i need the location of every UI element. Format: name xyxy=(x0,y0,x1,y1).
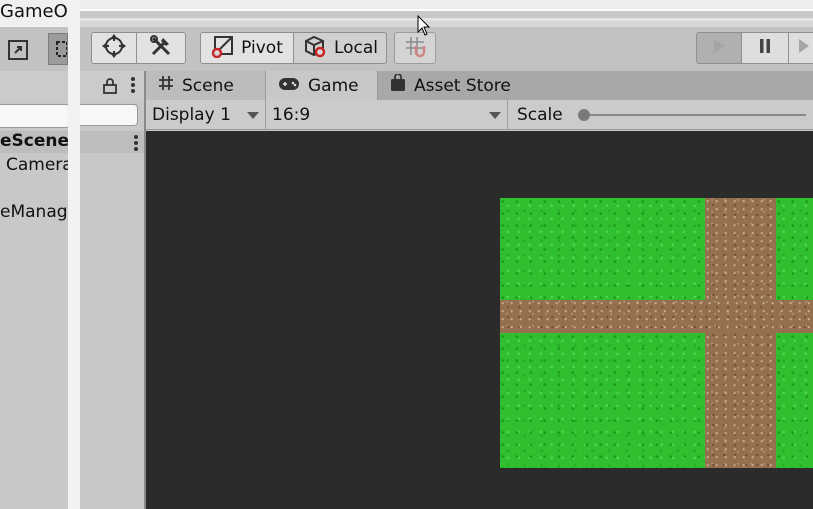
hierarchy-list: Camera eManager xyxy=(0,153,85,509)
window-top-edge xyxy=(68,0,813,9)
local-icon xyxy=(302,34,328,63)
hierarchy-panel-right xyxy=(80,153,146,509)
play-button[interactable] xyxy=(696,32,742,64)
tab-asset-store-label: Asset Store xyxy=(414,75,511,96)
tab-scene-label: Scene xyxy=(182,75,234,96)
hierarchy-scene-row[interactable]: eScene xyxy=(0,131,70,153)
transform-tool-button[interactable] xyxy=(91,32,137,64)
editor-window: Pivot Local Scene Game Asset Store Displ… xyxy=(68,0,813,509)
more-options-icon[interactable] xyxy=(130,76,136,99)
tab-game[interactable]: Game xyxy=(266,71,378,100)
background-window-titlebar: GameOb xyxy=(0,0,79,27)
hierarchy-scene-name: eScene xyxy=(0,131,70,151)
pause-icon xyxy=(758,38,772,59)
gamepad-icon xyxy=(278,76,300,96)
grass-tile xyxy=(500,333,705,468)
scale-slider-track[interactable] xyxy=(584,114,806,116)
local-toggle-button[interactable]: Local xyxy=(293,32,387,64)
pause-button[interactable] xyxy=(741,32,789,64)
grid-icon xyxy=(158,75,174,96)
lock-icon[interactable] xyxy=(102,77,118,99)
display-dropdown-value: Display 1 xyxy=(152,105,231,125)
step-button[interactable] xyxy=(788,32,813,64)
step-icon xyxy=(798,38,810,59)
custom-tools-button[interactable] xyxy=(136,32,186,64)
grass-tile xyxy=(776,198,813,300)
chevron-down-icon xyxy=(247,112,259,119)
tools-icon xyxy=(148,33,174,64)
aspect-dropdown[interactable]: 16:9 xyxy=(266,100,508,130)
grass-tile xyxy=(776,333,813,468)
chevron-down-icon xyxy=(489,112,501,119)
grid-snap-icon xyxy=(403,34,427,63)
mouse-cursor-icon xyxy=(417,14,431,37)
aspect-dropdown-value: 16:9 xyxy=(272,105,311,125)
background-toolbar xyxy=(0,27,68,71)
grass-tile xyxy=(500,198,705,300)
hierarchy-search-right[interactable] xyxy=(80,104,138,126)
transform-icon xyxy=(101,33,127,64)
dirt-path-horizontal xyxy=(500,300,813,333)
maximize-icon[interactable] xyxy=(4,36,32,64)
hierarchy-item[interactable]: Camera xyxy=(6,155,73,175)
hierarchy-header-controls xyxy=(80,71,146,100)
scale-slider-handle[interactable] xyxy=(578,109,590,121)
window-top-highlight xyxy=(80,9,813,11)
display-dropdown[interactable]: Display 1 xyxy=(146,100,266,130)
tab-asset-store[interactable]: Asset Store xyxy=(378,71,813,100)
dirt-path-vertical xyxy=(705,198,776,468)
bag-icon xyxy=(390,73,406,97)
scale-label: Scale xyxy=(517,105,563,125)
pivot-icon xyxy=(211,34,235,63)
tilemap xyxy=(500,198,813,468)
hierarchy-scene-row-right xyxy=(80,131,146,153)
play-icon xyxy=(712,38,726,59)
hierarchy-header xyxy=(0,71,68,99)
rect-tool-icon[interactable] xyxy=(48,33,68,65)
hierarchy-search-input[interactable] xyxy=(0,104,70,128)
tab-scene[interactable]: Scene xyxy=(146,71,266,100)
tab-game-label: Game xyxy=(308,75,359,96)
local-label: Local xyxy=(333,38,379,58)
pivot-toggle-button[interactable]: Pivot xyxy=(200,32,294,64)
window-left-border xyxy=(68,0,80,509)
pivot-label: Pivot xyxy=(241,38,283,58)
